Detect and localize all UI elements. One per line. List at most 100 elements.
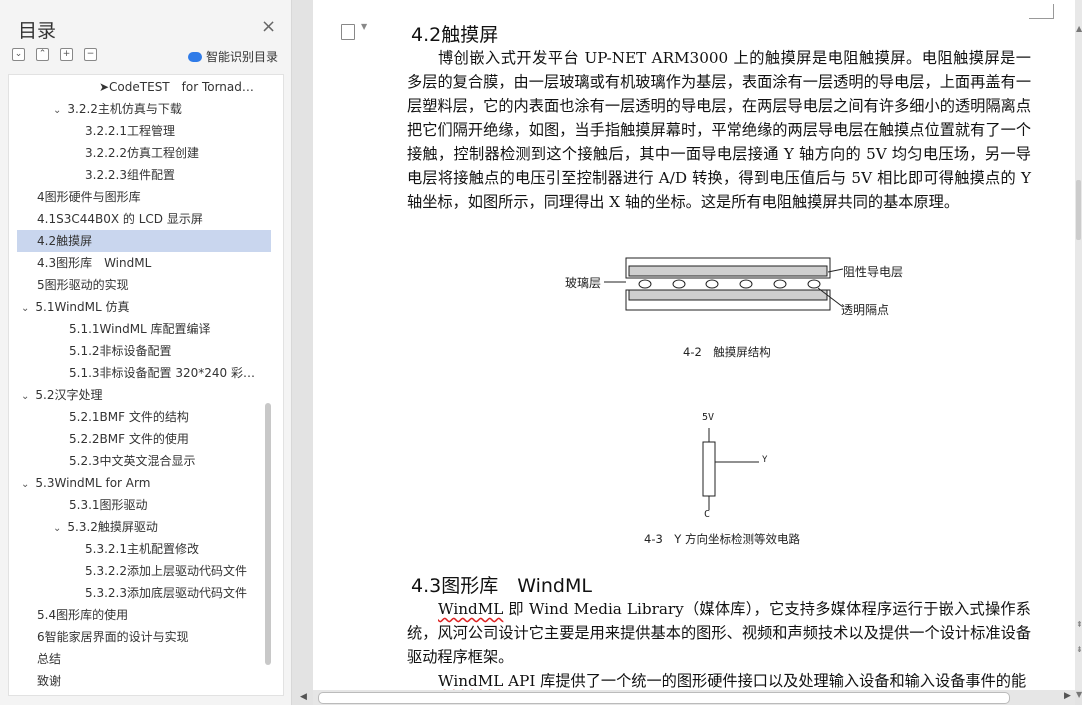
toc-item[interactable]: 致谢 xyxy=(37,670,61,692)
toc-item[interactable]: 5.1.1WindML 库配置编译 xyxy=(69,318,211,340)
toc-item-label: 5.3.1图形驱动 xyxy=(69,498,148,512)
vertical-scrollbar[interactable] xyxy=(1075,0,1082,690)
toc-item[interactable]: 5.3.2.1主机配置修改 xyxy=(85,538,199,560)
horizontal-scroll-thumb[interactable] xyxy=(318,692,1010,704)
toc-item-label: 5图形驱动的实现 xyxy=(37,278,129,292)
chevron-down-icon[interactable]: ⌄ xyxy=(21,391,29,402)
toc-sidebar: 目录 × ⌄ ⌃ + − 智能识别目录 ➤CodeTEST for Tornad… xyxy=(0,0,292,705)
vertical-scroll-thumb[interactable] xyxy=(1076,180,1081,240)
chevron-down-icon[interactable]: ⌄ xyxy=(21,303,29,314)
sidebar-title: 目录 xyxy=(18,20,57,42)
ai-icon xyxy=(188,51,202,62)
smart-toc-label: 智能识别目录 xyxy=(206,50,279,64)
add-heading-icon[interactable]: + xyxy=(60,48,73,61)
toc-item[interactable]: ⌄ 5.3WindML for Arm xyxy=(21,472,150,494)
page-down-icon[interactable]: ⇟ xyxy=(1076,645,1082,654)
expand-all-icon[interactable]: ⌃ xyxy=(36,48,49,61)
toc-item[interactable]: 5.3.2.3添加底层驱动代码文件 xyxy=(85,582,247,604)
toc-item[interactable]: 6智能家居界面的设计与实现 xyxy=(37,626,189,648)
toc-item-label: 3.2.2主机仿真与下载 xyxy=(67,102,182,116)
spellcheck-word[interactable]: WindML xyxy=(438,600,503,618)
toc-item-label: 4.3图形库 WindML xyxy=(37,256,152,270)
toc-item[interactable]: ⌄ 5.2汉字处理 xyxy=(21,384,102,406)
toc-item[interactable]: 3.2.2.3组件配置 xyxy=(85,164,175,186)
toc-item[interactable]: 5图形驱动的实现 xyxy=(37,274,129,296)
toc-item-label: 总结 xyxy=(37,652,62,666)
paragraph-text: API 库提供了一个统一的图形硬件接口以及处理输入设备和输入设备事件的能 xyxy=(503,672,1027,690)
toc-item-label: 5.3WindML for Arm xyxy=(35,476,151,490)
toc-list: ➤CodeTEST for Tornad… ⌄ 3.2.2主机仿真与下载 3.2.… xyxy=(8,74,284,696)
toc-item-label: 5.2.2BMF 文件的使用 xyxy=(69,432,189,446)
paragraph-4-3-b: WindML API 库提供了一个统一的图形硬件接口以及处理输入设备和输入设备事… xyxy=(407,669,1031,690)
toc-item-label: 6智能家居界面的设计与实现 xyxy=(37,630,189,644)
spellcheck-word[interactable]: WindML xyxy=(438,672,503,690)
smart-toc-button[interactable]: 智能识别目录 xyxy=(188,48,278,65)
toc-item-label: 3.2.2.3组件配置 xyxy=(85,168,175,182)
label-spacer-dots: 透明隔点 xyxy=(841,303,890,317)
collapse-all-icon[interactable]: ⌄ xyxy=(12,48,25,61)
toc-item[interactable]: 5.4图形库的使用 xyxy=(37,604,128,626)
label-glass-layer: 玻璃层 xyxy=(565,276,602,290)
page-up-icon[interactable]: ⇞ xyxy=(1076,620,1082,629)
toc-item[interactable]: 总结 xyxy=(37,648,61,670)
toc-toolbar: ⌄ ⌃ + − xyxy=(12,48,97,61)
label-5v: 5V xyxy=(702,412,715,423)
toc-item[interactable]: 4图形硬件与图形库 xyxy=(37,186,141,208)
toc-item-label: 5.4图形库的使用 xyxy=(37,608,129,622)
toc-item[interactable]: ⌄ 3.2.2主机仿真与下载 xyxy=(53,98,182,120)
scroll-left-arrow-icon[interactable]: ◀ xyxy=(300,692,307,702)
chevron-down-icon[interactable]: ⌄ xyxy=(53,523,61,534)
toc-item[interactable]: 5.2.2BMF 文件的使用 xyxy=(69,428,189,450)
chevron-down-icon[interactable]: ⌄ xyxy=(53,105,61,116)
paragraph-4-3-a: WindML 即 Wind Media Library（媒体库），它支持多媒体程… xyxy=(407,597,1031,669)
document-outline-icon[interactable] xyxy=(341,24,355,40)
splitter[interactable] xyxy=(292,0,312,705)
toc-item-label: 5.2.1BMF 文件的结构 xyxy=(69,410,189,424)
label-y-out: Y xyxy=(762,455,768,465)
toc-item[interactable]: 5.1.3非标设备配置 320*240 彩… xyxy=(69,362,255,384)
heading-4-3: 4.3图形库 WindML xyxy=(411,575,592,597)
toc-item[interactable]: 5.2.3中文英文混合显示 xyxy=(69,450,196,472)
label-c: C xyxy=(704,509,711,520)
toc-item-label: 5.1WindML 仿真 xyxy=(35,300,130,314)
label-resistive-layer: 阻性导电层 xyxy=(843,265,904,279)
scroll-up-arrow-icon[interactable]: ▲ xyxy=(1076,24,1082,33)
scroll-down-arrow-icon[interactable]: ▼ xyxy=(1076,690,1082,699)
toc-item-label: 5.3.2.1主机配置修改 xyxy=(85,542,199,556)
document-page: ▼ 4.2触摸屏 博创嵌入式开发平台 UP-NET ARM3000 上的触摸屏是… xyxy=(313,0,1075,690)
toc-item[interactable]: 3.2.2.1工程管理 xyxy=(85,120,175,142)
chevron-down-icon[interactable]: ▼ xyxy=(361,22,367,31)
toc-item-label: 3.2.2.2仿真工程创建 xyxy=(85,146,199,160)
toc-item-label: 5.3.2触摸屏驱动 xyxy=(67,520,158,534)
toc-item[interactable]: 3.2.2.2仿真工程创建 xyxy=(85,142,199,164)
toc-item-label: 致谢 xyxy=(37,674,62,688)
toc-item[interactable]: ➤CodeTEST for Tornad… xyxy=(99,76,254,98)
toc-item-label: 5.1.3非标设备配置 320*240 彩… xyxy=(69,366,255,380)
toc-item-label: 3.2.2.1工程管理 xyxy=(85,124,175,138)
toc-item[interactable]: ⌄ 5.3.2触摸屏驱动 xyxy=(53,516,158,538)
toc-item[interactable]: 5.3.1图形驱动 xyxy=(69,494,148,516)
toc-item[interactable]: 4.1S3C44B0X 的 LCD 显示屏 xyxy=(37,208,203,230)
toc-item[interactable]: 4.3图形库 WindML xyxy=(37,252,151,274)
toc-item-label: 5.2汉字处理 xyxy=(35,388,103,402)
figure-caption-4-3: 4-3 Y 方向坐标检测等效电路 xyxy=(644,532,800,546)
toc-item[interactable]: 5.1.2非标设备配置 xyxy=(69,340,172,362)
heading-4-2: 4.2触摸屏 xyxy=(411,24,499,46)
chevron-down-icon[interactable]: ⌄ xyxy=(21,479,29,490)
toc-item-label: 4.1S3C44B0X 的 LCD 显示屏 xyxy=(37,212,203,226)
page-corner-mark xyxy=(1029,4,1054,19)
scroll-right-arrow-icon[interactable]: ▶ xyxy=(1064,691,1071,701)
toc-item-selected[interactable]: 4.2触摸屏 xyxy=(17,230,271,252)
paragraph-4-2: 博创嵌入式开发平台 UP-NET ARM3000 上的触摸屏是电阻触摸屏。电阻触… xyxy=(407,49,1031,211)
toc-item-label: ➤CodeTEST for Tornad… xyxy=(99,80,254,94)
close-icon[interactable]: × xyxy=(261,16,276,37)
remove-heading-icon[interactable]: − xyxy=(84,48,97,61)
toc-item[interactable]: ⌄ 5.1WindML 仿真 xyxy=(21,296,130,318)
toc-scrollbar[interactable] xyxy=(265,403,271,665)
toc-item[interactable]: 5.3.2.2添加上层驱动代码文件 xyxy=(85,560,247,582)
toc-item[interactable]: 5.2.1BMF 文件的结构 xyxy=(69,406,189,428)
y-detect-circuit-figure xyxy=(702,428,759,510)
toc-item-label: 5.2.3中文英文混合显示 xyxy=(69,454,196,468)
toc-item-label: 4图形硬件与图形库 xyxy=(37,190,141,204)
toc-item-label: 5.1.2非标设备配置 xyxy=(69,344,172,358)
